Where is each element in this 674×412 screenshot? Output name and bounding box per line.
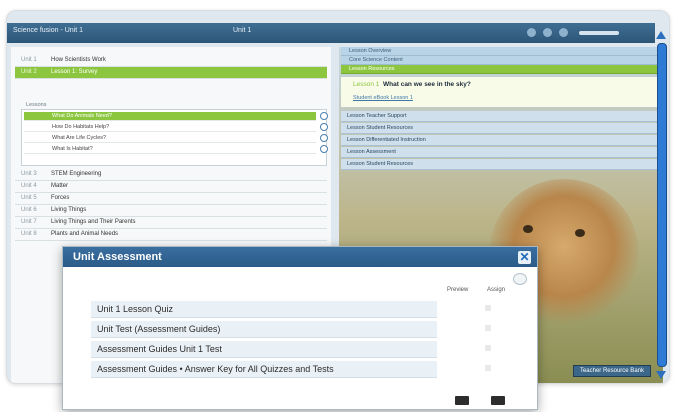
- assessment-label: Assessment Guides • Answer Key for All Q…: [97, 364, 334, 374]
- toc-unit-2-selected[interactable]: Unit 2 Lesson 1: Survey: [15, 67, 327, 79]
- question-number: Lesson 1: [353, 81, 380, 88]
- lesson-label: What Do Animals Need?: [52, 113, 112, 119]
- preview-checkbox[interactable]: [485, 365, 491, 371]
- toc-unit-1[interactable]: Unit 1 How Scientists Work: [15, 55, 327, 67]
- unit-label: STEM Engineering: [51, 171, 102, 177]
- info-icon[interactable]: [320, 145, 328, 153]
- preview-checkbox[interactable]: [485, 305, 491, 311]
- group-label: Lesson Assessment: [347, 149, 396, 155]
- resource-group[interactable]: Lesson Assessment: [341, 147, 659, 158]
- cub-eye: [575, 229, 585, 237]
- info-icon[interactable]: [320, 112, 328, 120]
- ebook-link[interactable]: Student eBook Lesson 1: [353, 95, 413, 101]
- question-label: What can we see in the sky?: [383, 81, 471, 88]
- assessment-label: Unit 1 Lesson Quiz: [97, 304, 174, 314]
- unit-label: Plants and Animal Needs: [51, 231, 119, 237]
- dialog-titlebar: Unit Assessment ✕: [63, 247, 537, 267]
- unit-number: Unit 2: [21, 69, 37, 75]
- assessment-item[interactable]: Unit Test (Assessment Guides): [91, 321, 491, 338]
- app-title: Science fusion - Unit 1: [13, 27, 84, 34]
- assessment-item[interactable]: Unit 1 Lesson Quiz: [91, 301, 491, 318]
- preview-checkbox[interactable]: [485, 345, 491, 351]
- essential-question: Lesson 1 What can we see in the sky? Stu…: [341, 77, 659, 107]
- group-label: Lesson Differentiated Instruction: [347, 137, 426, 143]
- top-toolbar: Science fusion - Unit 1 Unit 1: [7, 23, 655, 43]
- lesson-tab-selected[interactable]: Lesson Resources: [341, 65, 659, 74]
- unit-label: Forces: [51, 195, 70, 201]
- unit-number: Unit 1: [21, 57, 37, 63]
- group-label: Lesson Teacher Support: [347, 113, 407, 119]
- lessons-header: Lessons: [26, 102, 47, 108]
- teacher-resource-bank-button[interactable]: Teacher Resource Bank: [572, 365, 651, 377]
- preview-checkbox[interactable]: [485, 325, 491, 331]
- group-label: Lesson Student Resources: [347, 161, 414, 167]
- toc-unit-6[interactable]: Unit 6 Living Things: [15, 205, 327, 217]
- toc-unit-5[interactable]: Unit 5 Forces: [15, 193, 327, 205]
- scroll-up-icon[interactable]: [656, 31, 666, 39]
- unit-number: Unit 4: [21, 183, 37, 189]
- dialog-title: Unit Assessment: [73, 251, 162, 263]
- unit-number: Unit 7: [21, 219, 37, 225]
- preview-icon[interactable]: [455, 396, 469, 405]
- toc-unit-3[interactable]: Unit 3 STEM Engineering: [15, 169, 327, 181]
- resource-group[interactable]: Lesson Differentiated Instruction: [341, 135, 659, 146]
- home-icon[interactable]: [527, 28, 536, 37]
- resource-group[interactable]: Lesson Student Resources: [341, 123, 659, 134]
- unit-label: Matter: [51, 183, 69, 189]
- close-icon[interactable]: ✕: [518, 251, 531, 264]
- unit-label: Lesson 1: Survey: [51, 69, 98, 75]
- group-label: Lesson Student Resources: [347, 125, 414, 131]
- vertical-scrollbar[interactable]: [655, 31, 667, 379]
- assessment-item[interactable]: Assessment Guides Unit 1 Test: [91, 341, 491, 358]
- unit-label: Living Things and Their Parents: [51, 219, 136, 225]
- unit-number: Unit 8: [21, 231, 37, 237]
- toc-unit-4[interactable]: Unit 4 Matter: [15, 181, 327, 193]
- lesson-item[interactable]: What Is Habitat?: [24, 145, 328, 154]
- lesson-item[interactable]: What Do Animals Need?: [24, 112, 328, 121]
- toc-unit-8[interactable]: Unit 8 Plants and Animal Needs: [15, 229, 327, 241]
- assessment-item[interactable]: Assessment Guides • Answer Key for All Q…: [91, 361, 491, 378]
- lesson-label: What Are Life Cycles?: [52, 135, 107, 141]
- resource-group[interactable]: Lesson Teacher Support: [341, 111, 659, 122]
- scrollbar-thumb[interactable]: [657, 43, 667, 367]
- assessment-label: Unit Test (Assessment Guides): [97, 324, 221, 334]
- unit-number: Unit 3: [21, 171, 37, 177]
- lesson-label: How Do Habitats Help?: [52, 124, 110, 130]
- info-icon[interactable]: [320, 134, 328, 142]
- lesson-tab[interactable]: Core Science Content: [341, 56, 659, 65]
- toc-unit-7[interactable]: Unit 7 Living Things and Their Parents: [15, 217, 327, 229]
- unit-label: Living Things: [51, 207, 87, 213]
- lesson-label: What Is Habitat?: [52, 146, 93, 152]
- lesson-item[interactable]: How Do Habitats Help?: [24, 123, 328, 132]
- lesson-tab-label: Lesson Overview: [349, 48, 392, 54]
- preview-column-header: Preview: [447, 287, 469, 293]
- info-icon[interactable]: [320, 123, 328, 131]
- unit-label: How Scientists Work: [51, 57, 106, 63]
- settings-icon[interactable]: [559, 28, 568, 37]
- unit-location: Unit 1: [233, 27, 252, 34]
- unit-number: Unit 5: [21, 195, 37, 201]
- scroll-down-icon[interactable]: [656, 371, 666, 379]
- question-text: Lesson 1 What can we see in the sky?: [353, 81, 471, 88]
- cub-eye: [523, 225, 533, 233]
- unit-number: Unit 6: [21, 207, 37, 213]
- lesson-tab[interactable]: Lesson Overview: [341, 47, 659, 56]
- dialog-scroll-icon[interactable]: [513, 273, 527, 285]
- lesson-tab-label: Core Science Content: [349, 57, 403, 63]
- zoom-slider[interactable]: [579, 31, 619, 35]
- unit-assessment-dialog: Unit Assessment ✕ Preview Assign Unit 1 …: [62, 246, 538, 410]
- assign-column-header: Assign: [487, 287, 506, 293]
- search-icon[interactable]: [543, 28, 552, 37]
- assign-icon[interactable]: [491, 396, 505, 405]
- lesson-list: Lessons What Do Animals Need? How Do Hab…: [21, 102, 328, 166]
- lesson-tab-label: Lesson Resources: [349, 66, 395, 72]
- resource-group[interactable]: Lesson Student Resources: [341, 159, 659, 170]
- assessment-label: Assessment Guides Unit 1 Test: [97, 344, 222, 354]
- lesson-item[interactable]: What Are Life Cycles?: [24, 134, 328, 143]
